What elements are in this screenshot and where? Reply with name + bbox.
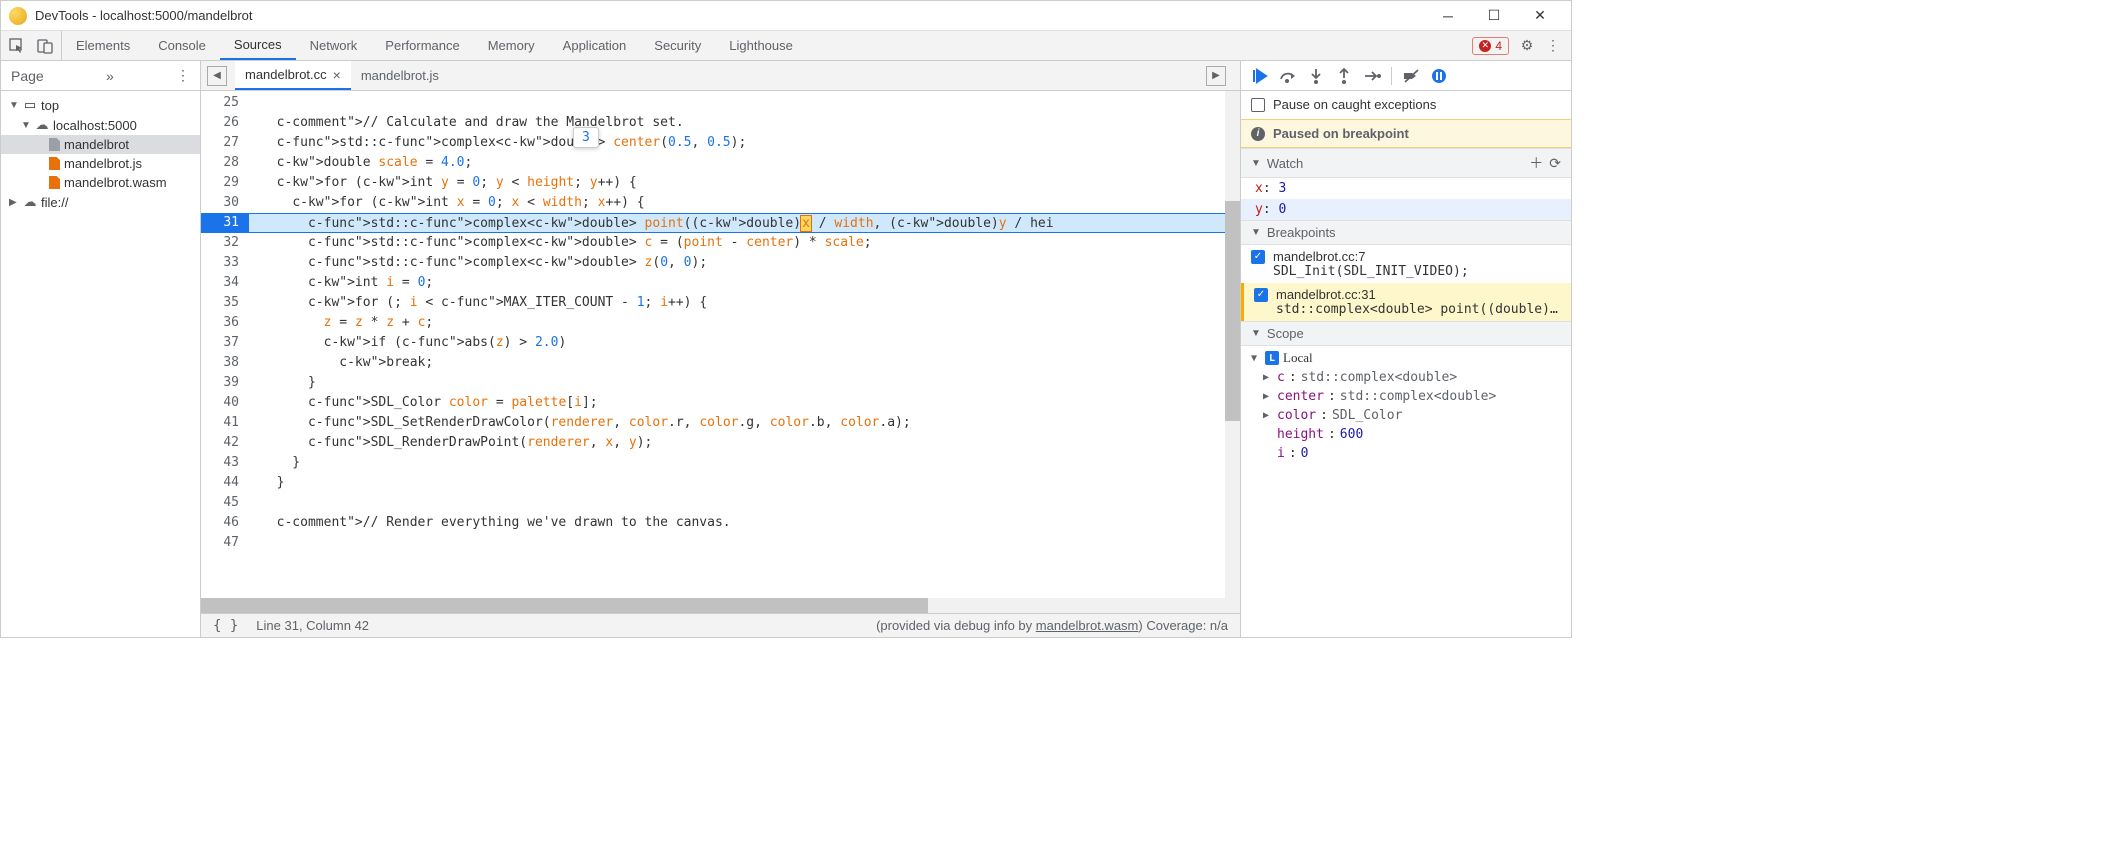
tab-memory[interactable]: Memory xyxy=(474,31,549,60)
navigator-more-tabs-icon[interactable]: » xyxy=(106,68,114,84)
step-over-icon[interactable] xyxy=(1279,67,1297,85)
scope-var[interactable]: ▶c: std::complex<double> xyxy=(1241,368,1571,387)
pause-on-caught-row[interactable]: Pause on caught exceptions xyxy=(1241,91,1571,119)
device-toggle-icon[interactable] xyxy=(37,38,53,54)
paused-banner: i Paused on breakpoint xyxy=(1241,119,1571,148)
tab-performance[interactable]: Performance xyxy=(371,31,473,60)
window-minimize-button[interactable]: ─ xyxy=(1425,1,1471,31)
close-tab-icon[interactable]: × xyxy=(333,67,341,83)
navigator-panel: Page » ⋮ ▼ ▭ top ▼ ☁ localhost:5000 mand… xyxy=(1,61,201,637)
deactivate-breakpoints-icon[interactable] xyxy=(1402,67,1420,85)
watch-item[interactable]: x: 3 xyxy=(1241,178,1571,199)
debugger-toolbar xyxy=(1241,61,1571,91)
file-icon xyxy=(49,157,60,170)
window-maximize-button[interactable]: ☐ xyxy=(1471,1,1517,31)
editor-tab-mandelbrot-js[interactable]: mandelbrot.js xyxy=(351,61,449,90)
editor-nav-back-icon[interactable]: ◀ xyxy=(207,66,227,86)
breakpoint-checkbox[interactable]: ✓ xyxy=(1251,250,1265,264)
breakpoint-checkbox[interactable]: ✓ xyxy=(1254,288,1268,302)
window-title: DevTools - localhost:5000/mandelbrot xyxy=(35,8,1425,23)
tab-console[interactable]: Console xyxy=(144,31,220,60)
editor-statusbar: { } Line 31, Column 42 (provided via deb… xyxy=(201,613,1240,637)
scope-section-header[interactable]: ▼ Scope xyxy=(1241,321,1571,346)
window-titlebar: DevTools - localhost:5000/mandelbrot ─ ☐… xyxy=(1,1,1571,31)
file-icon xyxy=(49,138,60,151)
format-icon[interactable]: { } xyxy=(213,618,238,634)
editor-nav-fwd-icon[interactable]: ▶ xyxy=(1206,66,1226,86)
scrollbar-horizontal[interactable] xyxy=(201,598,1240,613)
editor-gutter[interactable]: 2526272829303132333435363738394041424344… xyxy=(201,91,249,598)
tree-origin[interactable]: ▼ ☁ localhost:5000 xyxy=(1,115,200,135)
tree-root[interactable]: ▼ ▭ top xyxy=(1,95,200,115)
window-close-button[interactable]: ✕ xyxy=(1517,1,1563,31)
app-icon xyxy=(9,7,27,25)
breakpoint-item[interactable]: ✓mandelbrot.cc:7SDL_Init(SDL_INIT_VIDEO)… xyxy=(1241,245,1571,283)
navigator-menu-icon[interactable]: ⋮ xyxy=(176,67,190,84)
hover-value-tooltip: 3 xyxy=(573,127,599,148)
resume-icon[interactable] xyxy=(1251,67,1269,85)
tab-security[interactable]: Security xyxy=(640,31,715,60)
scope-var[interactable]: ▶center: std::complex<double> xyxy=(1241,387,1571,406)
scope-var[interactable]: i: 0 xyxy=(1241,444,1571,463)
pause-on-caught-checkbox[interactable] xyxy=(1251,98,1265,112)
devtools-topbar: ElementsConsoleSourcesNetworkPerformance… xyxy=(1,31,1571,61)
cursor-position: Line 31, Column 42 xyxy=(256,618,369,633)
step-out-icon[interactable] xyxy=(1335,67,1353,85)
tree-file-scheme[interactable]: ▶ ☁ file:// xyxy=(1,192,200,212)
tree-file-mandelbrot[interactable]: mandelbrot xyxy=(1,135,200,154)
editor-panel: ◀ mandelbrot.cc×mandelbrot.js ▶ 25262728… xyxy=(201,61,1241,637)
more-icon[interactable]: ⋮ xyxy=(1545,38,1561,54)
watch-refresh-icon[interactable]: ⟳ xyxy=(1549,155,1561,172)
breakpoint-item[interactable]: ✓mandelbrot.cc:31std::complex<double> po… xyxy=(1241,283,1571,321)
editor-tab-mandelbrot-cc[interactable]: mandelbrot.cc× xyxy=(235,61,351,90)
info-icon: i xyxy=(1251,127,1265,141)
tab-network[interactable]: Network xyxy=(296,31,372,60)
step-into-icon[interactable] xyxy=(1307,67,1325,85)
inspect-icon[interactable] xyxy=(9,38,25,54)
tab-sources[interactable]: Sources xyxy=(220,31,296,60)
error-icon: ✕ xyxy=(1479,40,1491,52)
scope-var[interactable]: ▶color: SDL_Color xyxy=(1241,406,1571,425)
breakpoints-section-header[interactable]: ▼ Breakpoints xyxy=(1241,220,1571,245)
error-badge[interactable]: ✕ 4 xyxy=(1472,37,1509,55)
navigator-page-label[interactable]: Page xyxy=(11,68,44,84)
tab-elements[interactable]: Elements xyxy=(62,31,144,60)
scope-var[interactable]: height: 600 xyxy=(1241,425,1571,444)
scrollbar-vertical[interactable] xyxy=(1225,91,1240,598)
step-icon[interactable] xyxy=(1363,67,1381,85)
debug-info-link[interactable]: mandelbrot.wasm xyxy=(1036,618,1139,633)
tab-lighthouse[interactable]: Lighthouse xyxy=(715,31,807,60)
debugger-panel: Pause on caught exceptions i Paused on b… xyxy=(1241,61,1571,637)
code-content[interactable]: 3 c-comment">// Calculate and draw the M… xyxy=(249,91,1225,598)
settings-icon[interactable]: ⚙ xyxy=(1519,38,1535,54)
debug-info-text: (provided via debug info by mandelbrot.w… xyxy=(876,618,1228,633)
file-tree: ▼ ▭ top ▼ ☁ localhost:5000 mandelbrot ma… xyxy=(1,91,200,637)
tree-file-mandelbrot-wasm[interactable]: mandelbrot.wasm xyxy=(1,173,200,192)
watch-item[interactable]: y: 0 xyxy=(1241,199,1571,220)
local-badge-icon: L xyxy=(1265,351,1279,365)
tree-file-mandelbrot-js[interactable]: mandelbrot.js xyxy=(1,154,200,173)
watch-add-icon[interactable]: ＋ xyxy=(1529,153,1543,173)
file-icon xyxy=(49,176,60,189)
tab-application[interactable]: Application xyxy=(549,31,641,60)
error-count: 4 xyxy=(1495,39,1502,53)
watch-section-header[interactable]: ▼ Watch ＋ ⟳ xyxy=(1241,148,1571,178)
scope-local-header[interactable]: ▼ L Local xyxy=(1241,348,1571,368)
pause-on-exceptions-icon[interactable] xyxy=(1430,67,1448,85)
